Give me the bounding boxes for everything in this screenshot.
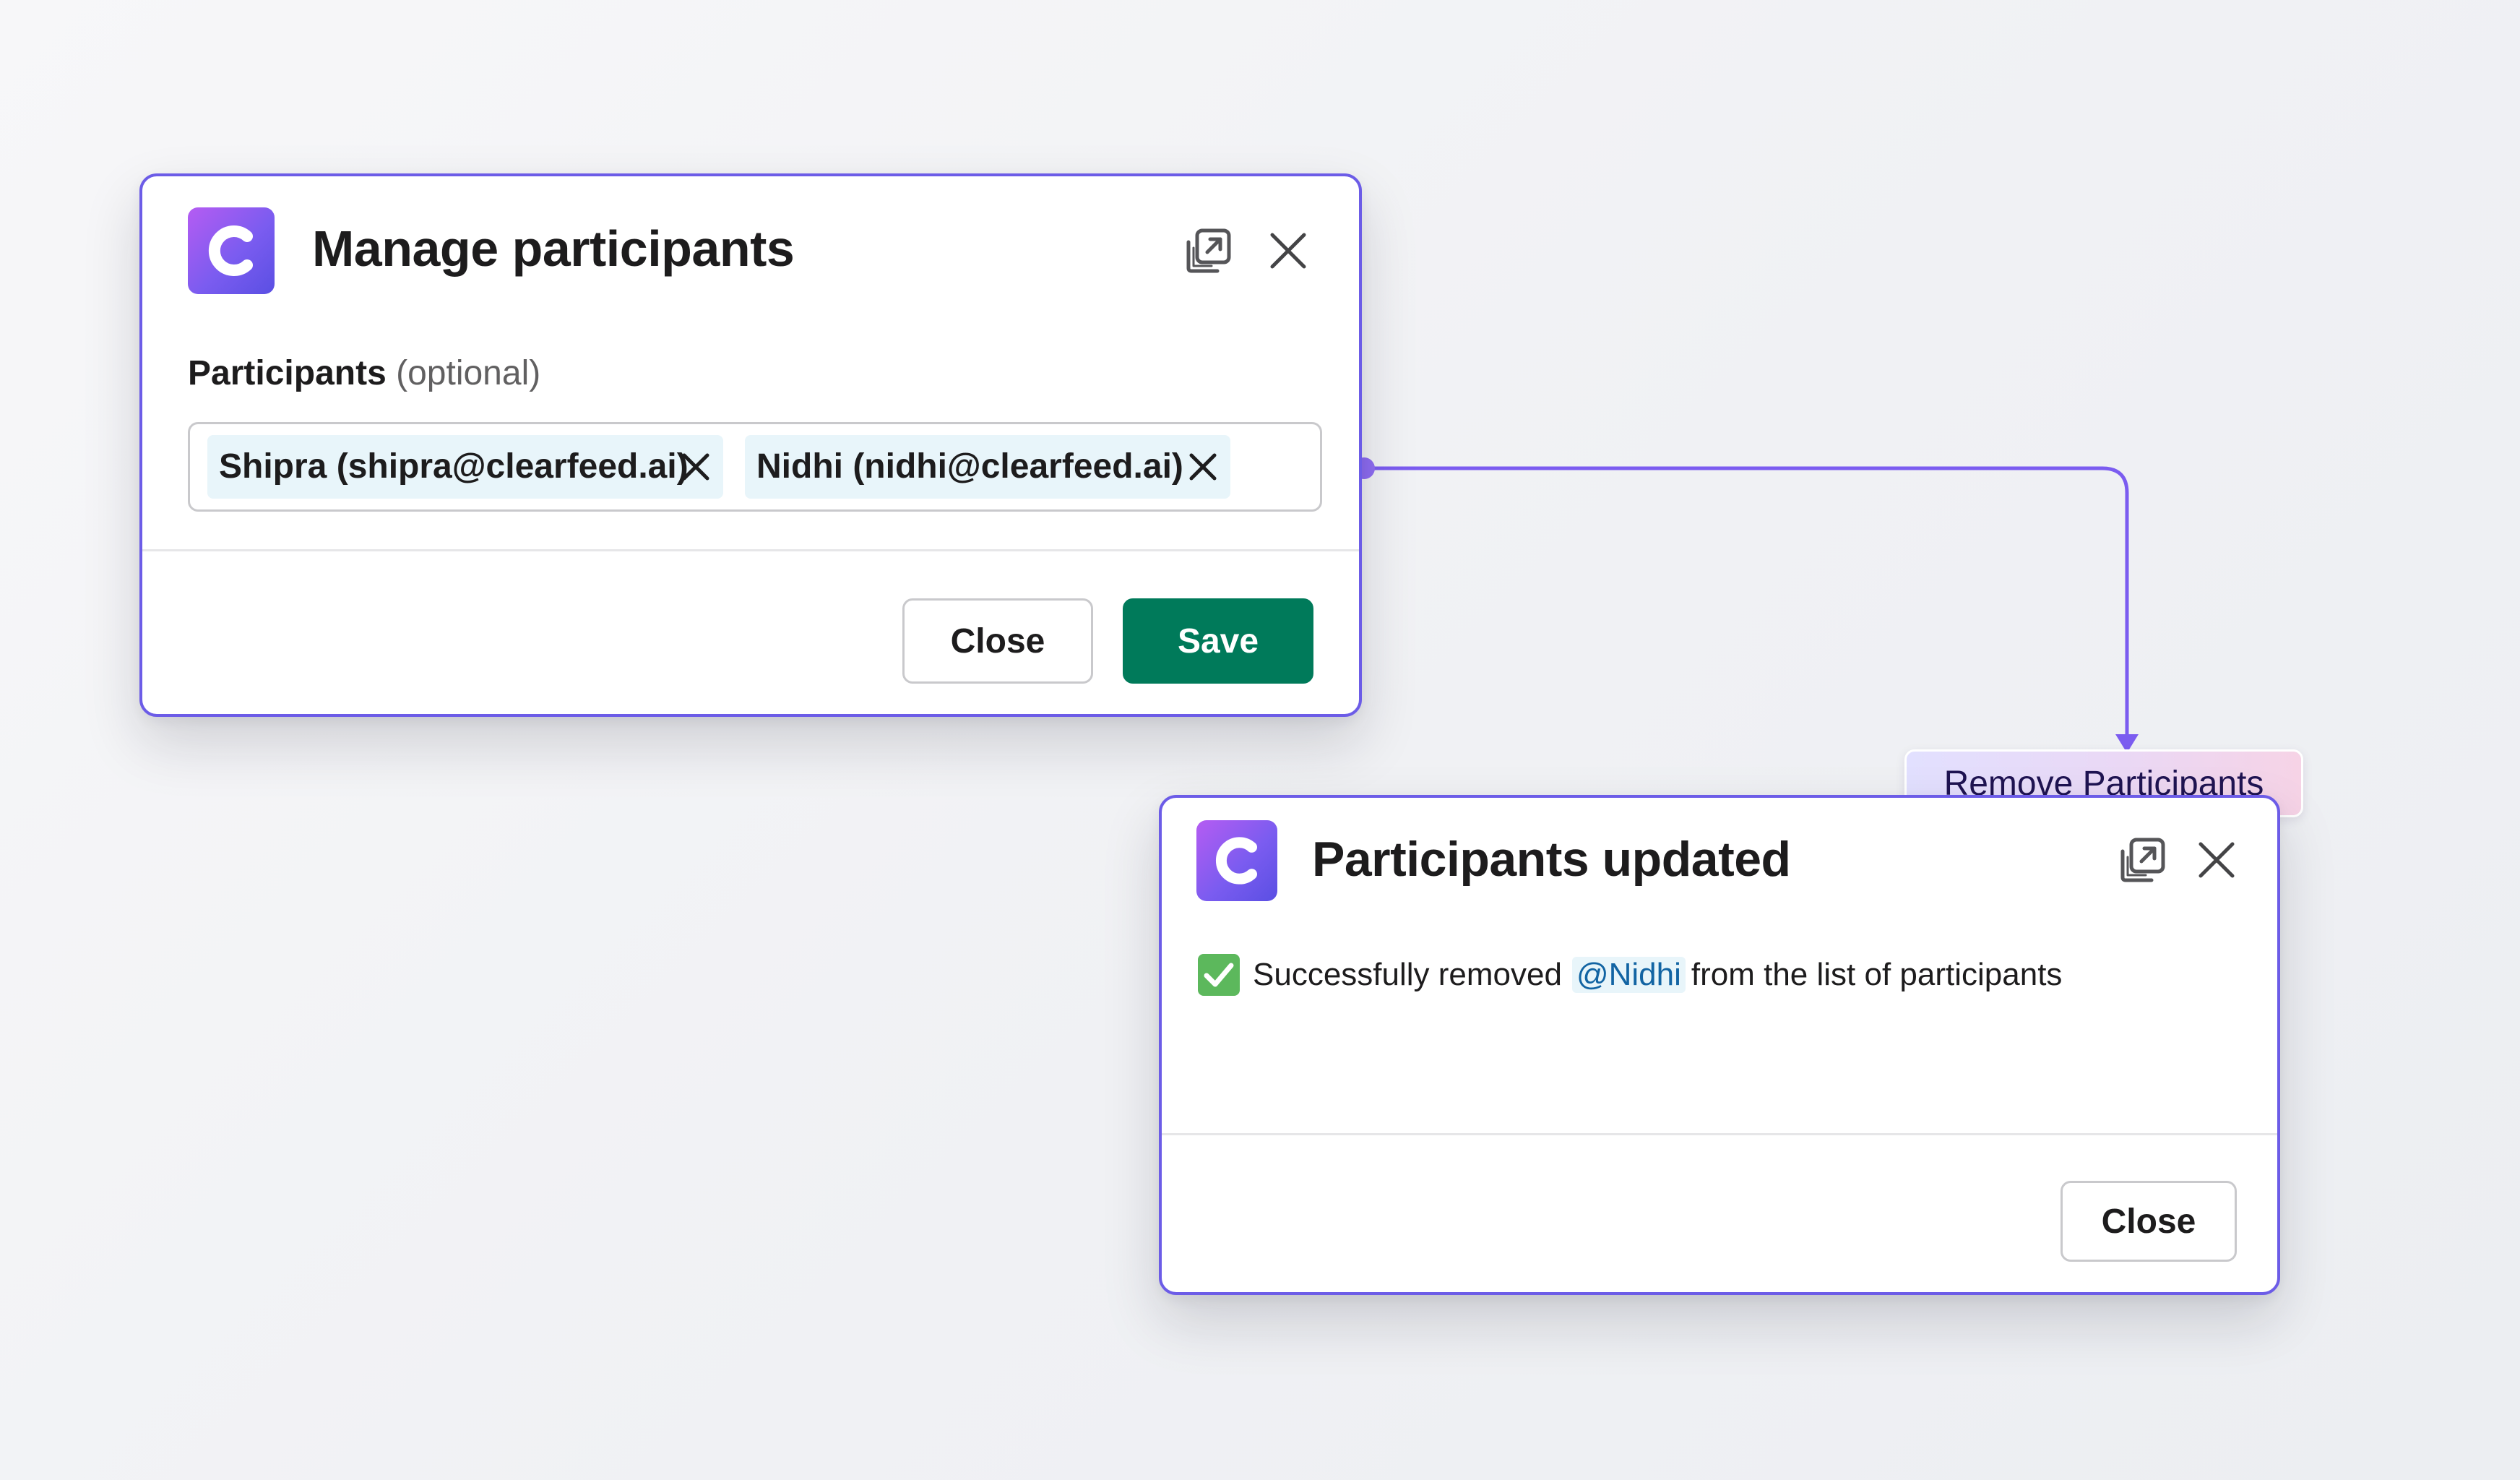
participant-chip: Nidhi (nidhi@clearfeed.ai) — [745, 435, 1230, 499]
user-mention[interactable]: @Nidhi — [1571, 957, 1686, 993]
remove-chip-icon[interactable] — [676, 447, 716, 487]
modal-title: Participants updated — [1312, 832, 1791, 887]
popout-icon[interactable] — [2113, 830, 2173, 890]
popout-icon[interactable] — [1178, 220, 1239, 281]
check-mark-icon — [1196, 952, 1241, 997]
close-icon[interactable] — [1258, 220, 1319, 281]
modal-title: Manage participants — [312, 220, 795, 277]
save-button[interactable]: Save — [1123, 598, 1313, 684]
clearfeed-logo-icon — [188, 207, 275, 294]
flow-connector-line — [1362, 466, 2129, 738]
participant-chip-label: Nidhi (nidhi@clearfeed.ai) — [756, 447, 1183, 486]
participant-chip: Shipra (shipra@clearfeed.ai) — [207, 435, 723, 499]
manage-participants-modal: Manage participants Participants (option… — [139, 173, 1362, 717]
clearfeed-logo-icon — [1196, 820, 1277, 901]
close-button[interactable]: Close — [2061, 1181, 2237, 1262]
success-message: Successfully removed @Nidhi from the lis… — [1196, 952, 2062, 997]
participants-field-label: Participants (optional) — [188, 354, 541, 392]
modal-footer-divider — [142, 549, 1359, 551]
remove-chip-icon[interactable] — [1183, 447, 1223, 487]
message-text-before: Successfully removed — [1253, 957, 1562, 992]
close-icon[interactable] — [2186, 830, 2247, 890]
optional-hint: (optional) — [396, 354, 541, 392]
close-button[interactable]: Close — [902, 598, 1093, 684]
participants-multi-select[interactable]: Shipra (shipra@clearfeed.ai) Nidhi (nidh… — [188, 422, 1322, 512]
modal-footer-divider — [1162, 1133, 2277, 1135]
message-text-after: from the list of participants — [1691, 957, 2063, 992]
participant-chip-label: Shipra (shipra@clearfeed.ai) — [219, 447, 689, 486]
participants-updated-modal: Participants updated Successfully remove… — [1159, 795, 2280, 1295]
